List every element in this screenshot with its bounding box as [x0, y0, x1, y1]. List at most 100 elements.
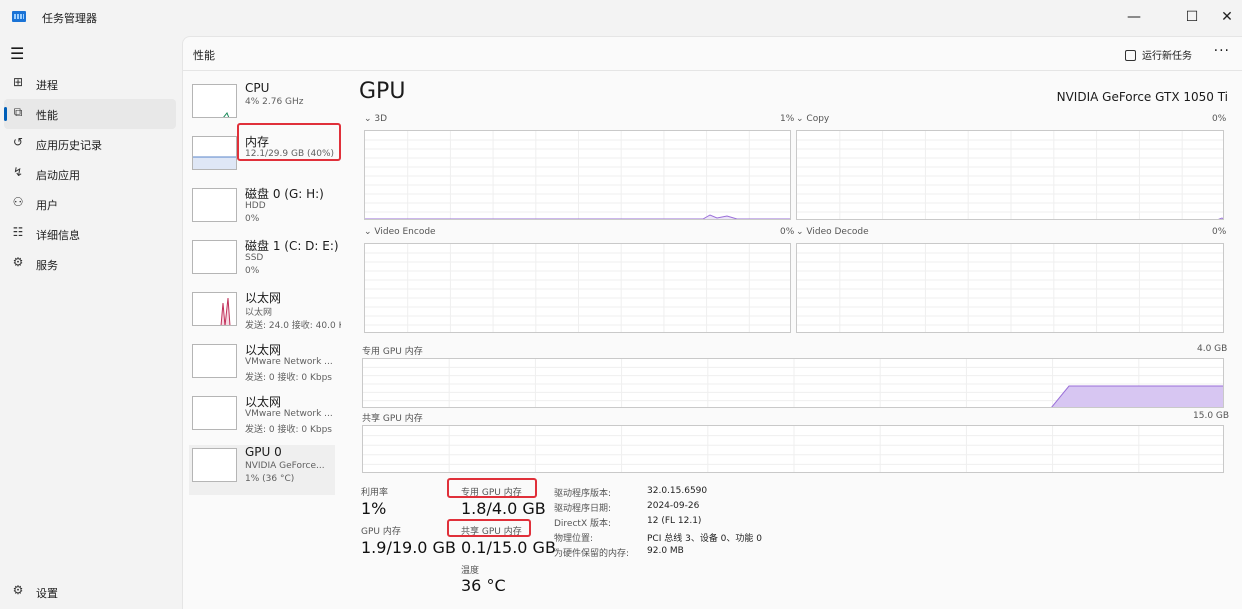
- performance-icon: ⧉: [13, 105, 23, 119]
- resource-detail: 发送: 24.0 接收: 40.0 K: [245, 321, 341, 331]
- ethernet-thumbnail: [192, 396, 237, 430]
- resource-adapter: VMware Network ...: [245, 409, 333, 419]
- graph-copy: [796, 130, 1224, 220]
- resource-detail: 发送: 0 接收: 0 Kbps: [245, 425, 332, 435]
- utilization-label: 利用率: [361, 488, 389, 498]
- driver-date-value: 2024-09-26: [647, 501, 700, 511]
- engine-selector-video-encode[interactable]: ⌄ Video Encode: [364, 227, 436, 237]
- driver-version-value: 32.0.15.6590: [647, 486, 708, 496]
- physical-location-label: 物理位置:: [554, 534, 594, 544]
- shared-memory-label: 共享 GPU 内存: [362, 414, 423, 424]
- resource-disk-0[interactable]: 磁盘 0 (G: H:) HDD 0%: [189, 185, 335, 235]
- disk-thumbnail: [192, 240, 237, 274]
- users-icon: ⚇: [12, 195, 24, 209]
- shared-memory-max: 15.0 GB: [1193, 411, 1230, 421]
- gpu-memory-label: GPU 内存: [361, 527, 401, 537]
- main-header: 性能 运行新任务 ···: [183, 37, 1242, 71]
- nav-item-label: 性能: [36, 109, 58, 122]
- engine-selector-copy[interactable]: ⌄ Copy: [796, 114, 829, 124]
- nav-item-performance[interactable]: ⧉ 性能: [4, 99, 176, 129]
- resource-ethernet[interactable]: 以太网 以太网 发送: 24.0 接收: 40.0 K: [189, 289, 341, 339]
- ethernet-thumbnail: [192, 344, 237, 378]
- nav-item-startup[interactable]: ↯ 启动应用: [4, 159, 176, 189]
- page-title: 性能: [193, 49, 215, 62]
- nav-item-settings[interactable]: ⚙ 设置: [4, 577, 176, 607]
- resource-adapter: 以太网: [245, 308, 273, 318]
- nav-item-details[interactable]: ☷ 详细信息: [4, 219, 176, 249]
- resource-disk-1[interactable]: 磁盘 1 (C: D: E:) SSD 0%: [189, 237, 339, 287]
- services-icon: ⚙: [12, 255, 24, 269]
- shared-memory-value: 0.1/15.0 GB: [461, 538, 556, 557]
- engine-pct: 1%: [780, 114, 795, 124]
- utilization-value: 1%: [361, 499, 387, 518]
- engine-name: Video Encode: [374, 227, 436, 237]
- ethernet-sparkline: [220, 297, 231, 325]
- history-icon: ↺: [12, 135, 24, 149]
- resource-adapter: VMware Network ...: [245, 357, 333, 367]
- hamburger-icon[interactable]: ☰: [10, 44, 24, 63]
- resource-gpu-0[interactable]: GPU 0 NVIDIA GeForce... 1% (36 °C): [189, 445, 335, 495]
- resource-name: 磁盘 1 (C: D: E:): [245, 239, 339, 253]
- disk-thumbnail: [192, 188, 237, 222]
- engine-selector-3d[interactable]: ⌄ 3D: [364, 114, 387, 124]
- nav-item-label: 应用历史记录: [36, 139, 102, 152]
- gpu-title: GPU: [359, 79, 406, 104]
- resource-ethernet-vmware-1[interactable]: 以太网 VMware Network ... 发送: 0 接收: 0 Kbps: [189, 341, 335, 391]
- resource-ethernet-vmware-2[interactable]: 以太网 VMware Network ... 发送: 0 接收: 0 Kbps: [189, 393, 335, 443]
- reserved-memory-label: 为硬件保留的内存:: [554, 549, 630, 559]
- engine-pct: 0%: [1212, 114, 1227, 124]
- engine-pct: 0%: [780, 227, 795, 237]
- resource-detail: 0%: [245, 266, 260, 276]
- nav-item-processes[interactable]: ⊞ 进程: [4, 69, 176, 99]
- sidebar: ☰ ⊞ 进程 ⧉ 性能 ↺ 应用历史记录 ↯ 启动应用 ⚇ 用户 ☷ 详细信息 …: [0, 36, 182, 609]
- gpu-model-name: NVIDIA GeForce GTX 1050 Ti: [1056, 90, 1228, 104]
- ethernet-thumbnail: [192, 292, 237, 326]
- resource-name: GPU 0: [245, 445, 282, 459]
- title-bar: 任务管理器 — ☐ ✕: [0, 0, 1242, 36]
- resource-detail: 4% 2.76 GHz: [245, 97, 304, 107]
- graph-dedicated-memory: [362, 358, 1224, 408]
- dedicated-memory-stat-label: 专用 GPU 内存: [461, 488, 522, 498]
- driver-version-label: 驱动程序版本:: [554, 489, 612, 499]
- resource-name: 磁盘 0 (G: H:): [245, 187, 324, 201]
- run-new-task-button[interactable]: 运行新任务: [1125, 47, 1192, 62]
- more-options-button[interactable]: ···: [1214, 43, 1230, 59]
- nav-item-label: 设置: [36, 587, 58, 600]
- directx-version-label: DirectX 版本:: [554, 519, 612, 529]
- window-title: 任务管理器: [42, 12, 97, 25]
- details-icon: ☷: [12, 225, 24, 239]
- resource-detail: 0%: [245, 214, 260, 224]
- dedicated-memory-max: 4.0 GB: [1197, 344, 1228, 354]
- graph-grid: [363, 426, 1223, 472]
- run-task-label: 运行新任务: [1142, 51, 1192, 62]
- main-panel: 性能 运行新任务 ··· CPU 4% 2.76 GHz 内存 12.1/29.…: [182, 36, 1242, 609]
- engine-selector-video-decode[interactable]: ⌄ Video Decode: [796, 227, 869, 237]
- nav-item-users[interactable]: ⚇ 用户: [4, 189, 176, 219]
- engine-name: Video Decode: [806, 227, 869, 237]
- engine-name: Copy: [806, 114, 830, 124]
- nav-item-label: 用户: [36, 199, 58, 212]
- close-button[interactable]: ✕: [1205, 2, 1242, 32]
- resource-name: CPU: [245, 81, 270, 95]
- graph-3d: [364, 130, 791, 220]
- shared-memory-stat-label: 共享 GPU 内存: [461, 527, 522, 537]
- engine-name: 3D: [374, 114, 388, 124]
- nav-item-label: 详细信息: [36, 229, 80, 242]
- directx-version-value: 12 (FL 12.1): [647, 516, 702, 526]
- temperature-label: 温度: [461, 566, 480, 576]
- memory-highlight-box: [237, 123, 341, 161]
- graph-grid: [797, 244, 1223, 332]
- nav-item-app-history[interactable]: ↺ 应用历史记录: [4, 129, 176, 159]
- nav-item-label: 启动应用: [36, 169, 80, 182]
- task-manager-icon: [12, 11, 26, 22]
- active-indicator: [4, 107, 7, 121]
- resource-name: 以太网: [245, 343, 282, 357]
- resource-name: 以太网: [245, 395, 282, 409]
- gpu-memory-value: 1.9/19.0 GB: [361, 538, 456, 557]
- nav-item-services[interactable]: ⚙ 服务: [4, 249, 176, 279]
- startup-icon: ↯: [12, 165, 24, 179]
- resource-type: SSD: [245, 253, 264, 263]
- physical-location-value: PCI 总线 3、设备 0、功能 0: [647, 534, 762, 544]
- settings-icon: ⚙: [12, 583, 24, 597]
- minimize-button[interactable]: —: [1112, 2, 1156, 32]
